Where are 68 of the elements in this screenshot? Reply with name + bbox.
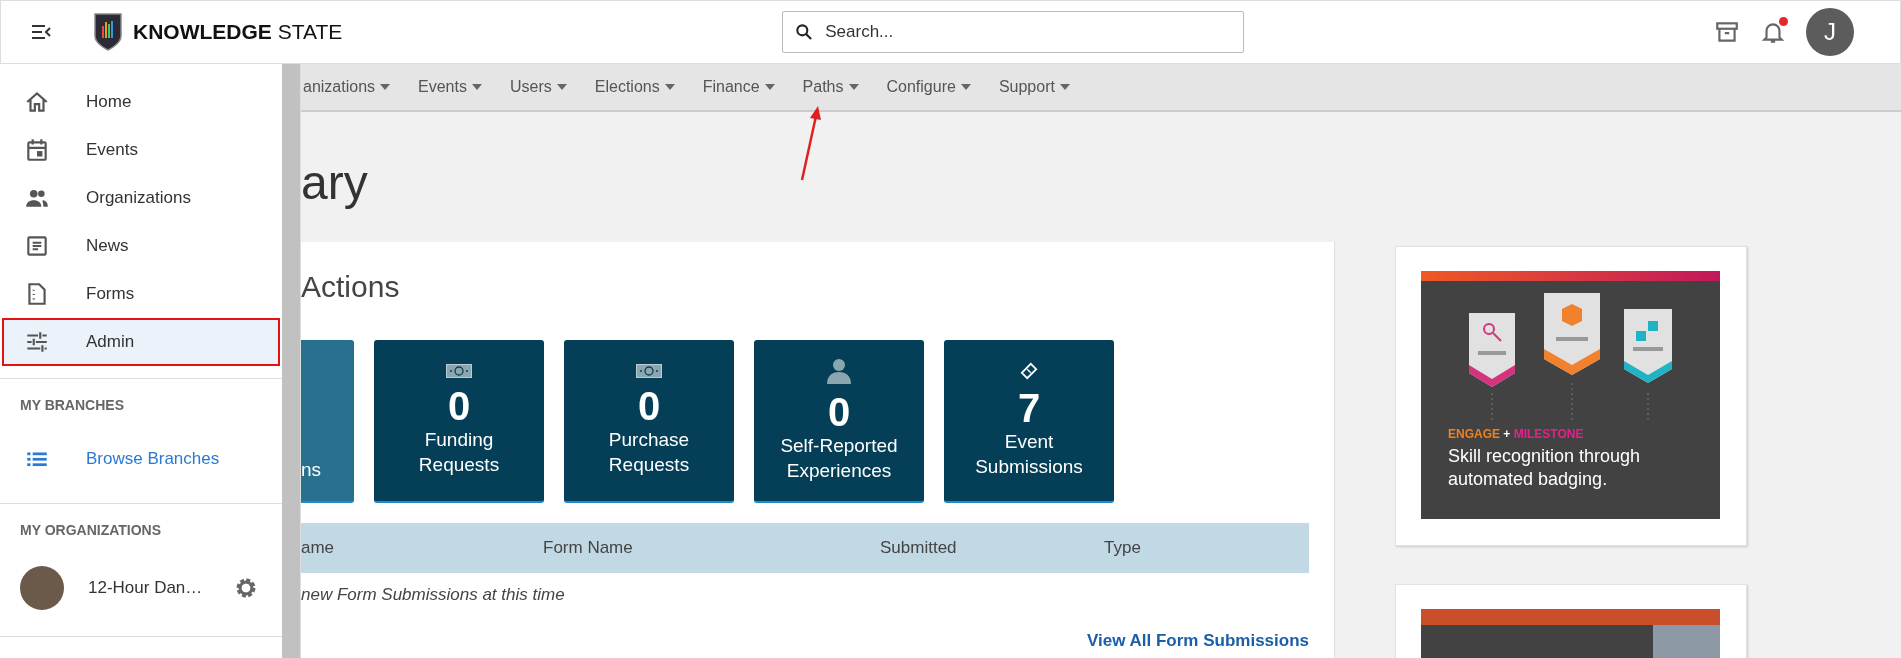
nav-menu[interactable]: anizations <box>301 78 405 96</box>
nav-menu[interactable]: Paths <box>788 78 873 96</box>
money-icon <box>446 363 472 378</box>
sidebar-item[interactable]: Home <box>0 78 282 126</box>
nav-menu[interactable]: Elections <box>580 78 689 96</box>
sidebar-item[interactable]: Admin <box>2 318 280 366</box>
nav-menu[interactable]: Users <box>495 78 581 96</box>
action-tile[interactable]: 0 Funding Requests <box>374 340 544 503</box>
nav-menu[interactable]: Support <box>984 78 1084 96</box>
promo-tagline: ENGAGE + MILESTONE <box>1447 427 1585 441</box>
column-header: Form Name <box>543 538 634 558</box>
caret-icon <box>380 84 391 90</box>
action-tile[interactable]: 0 Purchase Requests <box>564 340 734 503</box>
action-tile[interactable]: ns <box>301 340 354 503</box>
home-icon <box>24 89 50 115</box>
column-header: ame <box>301 538 336 558</box>
tile-count: 0 <box>447 383 471 428</box>
section-title: Actions <box>301 269 401 305</box>
promo-text: Skill recognition through automated badging. <box>1447 445 1642 490</box>
caret-icon <box>960 84 971 90</box>
user-avatar[interactable]: J <box>1806 8 1854 56</box>
brand-name: KNOWLEDGE STATE <box>133 20 343 44</box>
organization-avatar <box>20 566 64 610</box>
nav-menu[interactable]: Events <box>404 78 496 96</box>
tile-count: 0 <box>637 383 661 428</box>
caret-icon <box>556 84 567 90</box>
tile-label: Event Submissions <box>974 429 1084 479</box>
browse-branches-link[interactable]: Browse Branches <box>0 427 282 491</box>
page-title: ary <box>301 155 369 211</box>
caret-icon <box>664 84 675 90</box>
person-icon <box>827 357 851 384</box>
nav-menu[interactable]: Configure <box>872 78 985 96</box>
tile-count: 0 <box>827 389 851 434</box>
caret-icon <box>764 84 775 90</box>
notifications-icon[interactable] <box>1760 19 1786 45</box>
action-tile[interactable]: 7 Event Submissions <box>944 340 1114 503</box>
scrollbar[interactable] <box>282 64 301 658</box>
tile-label: Self-Reported Experiences <box>779 433 899 483</box>
sidebar-item[interactable]: Events <box>0 126 282 174</box>
sidebar-item[interactable]: Forms <box>0 270 282 318</box>
shield-logo-icon <box>93 12 123 52</box>
tile-label: Funding Requests <box>417 427 501 477</box>
empty-message: new Form Submissions at this time <box>301 585 566 605</box>
nav-menu[interactable]: Finance <box>688 78 789 96</box>
calendar-icon <box>24 137 50 163</box>
ticket-icon <box>1020 361 1038 380</box>
sliders-icon <box>24 329 50 355</box>
tile-count: 7 <box>1017 385 1041 430</box>
caret-icon <box>1059 84 1070 90</box>
photo-placeholder <box>1653 625 1720 658</box>
tile-label: Purchase Requests <box>607 427 691 477</box>
view-all-link[interactable]: View All Form Submissions <box>301 631 1309 651</box>
settings-icon[interactable] <box>234 576 258 600</box>
archive-icon[interactable] <box>1714 19 1740 45</box>
organization-link[interactable]: 12-Hour Dan… <box>88 578 210 598</box>
search-field[interactable]: Search... <box>782 11 1245 53</box>
document-icon <box>24 233 50 259</box>
column-header: Type <box>1104 538 1141 558</box>
section-heading: MY BRANCHES <box>19 396 125 415</box>
caret-icon <box>848 84 859 90</box>
action-tile[interactable]: 0 Self-Reported Experiences <box>754 340 924 503</box>
section-heading: MY ORGANIZATIONS <box>19 521 163 540</box>
sidebar-item[interactable]: News <box>0 222 282 270</box>
tile-label: ns <box>301 458 322 483</box>
caret-icon <box>471 84 482 90</box>
sidebar-item[interactable]: Organizations <box>0 174 282 222</box>
money-icon <box>636 363 662 378</box>
column-header: Submitted <box>880 538 958 558</box>
